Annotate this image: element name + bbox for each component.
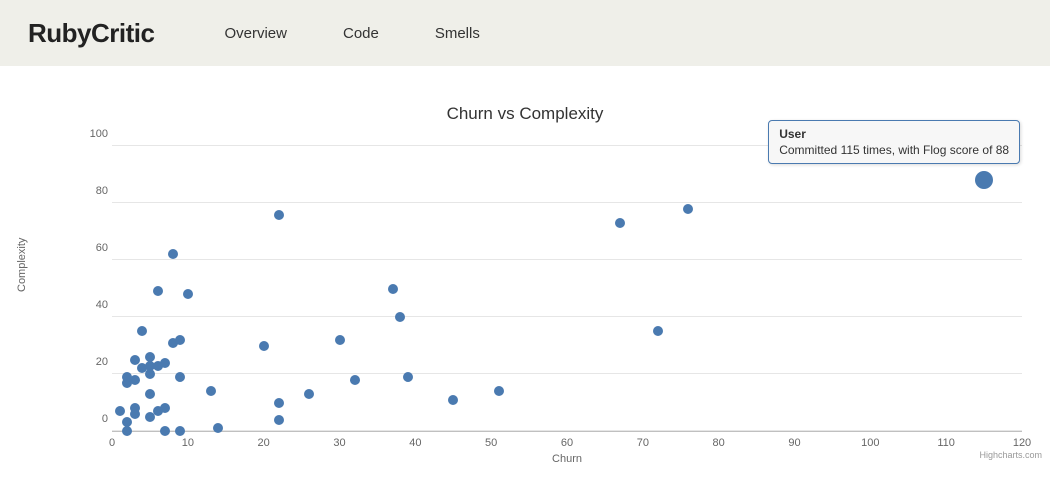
nav-overview[interactable]: Overview xyxy=(224,25,287,42)
data-point[interactable] xyxy=(350,375,360,385)
gridline xyxy=(112,316,1022,317)
data-point[interactable] xyxy=(160,426,170,436)
data-point[interactable] xyxy=(175,335,185,345)
data-point[interactable] xyxy=(213,423,223,433)
x-tick-label: 60 xyxy=(561,437,573,449)
plot-wrap: Complexity Churn 02040608010001020304050… xyxy=(78,132,1022,452)
x-tick-label: 90 xyxy=(788,437,800,449)
data-point[interactable] xyxy=(130,375,140,385)
data-point[interactable] xyxy=(448,395,458,405)
y-tick-label: 0 xyxy=(78,413,108,425)
data-point[interactable] xyxy=(160,403,170,413)
scatter-plot[interactable]: Churn 0204060801000102030405060708090100… xyxy=(112,132,1022,432)
data-point[interactable] xyxy=(137,326,147,336)
x-tick-label: 30 xyxy=(333,437,345,449)
data-point[interactable] xyxy=(183,289,193,299)
x-tick-label: 50 xyxy=(485,437,497,449)
data-point[interactable] xyxy=(403,372,413,382)
data-point[interactable] xyxy=(175,426,185,436)
data-point[interactable] xyxy=(274,398,284,408)
nav-menu: Overview Code Smells xyxy=(224,25,479,42)
data-point[interactable] xyxy=(388,284,398,294)
y-tick-label: 60 xyxy=(78,242,108,254)
y-tick-label: 20 xyxy=(78,356,108,368)
x-tick-label: 110 xyxy=(937,437,955,449)
data-point[interactable] xyxy=(304,389,314,399)
y-tick-label: 40 xyxy=(78,299,108,311)
data-point[interactable] xyxy=(145,389,155,399)
x-tick-label: 10 xyxy=(182,437,194,449)
data-point[interactable] xyxy=(259,341,269,351)
x-tick-label: 20 xyxy=(258,437,270,449)
data-point[interactable] xyxy=(683,204,693,214)
data-point[interactable] xyxy=(494,386,504,396)
y-axis-label: Complexity xyxy=(16,238,28,292)
data-point[interactable] xyxy=(145,352,155,362)
data-point[interactable] xyxy=(395,312,405,322)
data-point[interactable] xyxy=(335,335,345,345)
data-point[interactable] xyxy=(122,417,132,427)
data-point[interactable] xyxy=(160,358,170,368)
app-logo[interactable]: RubyCritic xyxy=(28,18,154,49)
x-tick-label: 100 xyxy=(861,437,879,449)
tooltip: User Committed 115 times, with Flog score… xyxy=(768,120,1020,164)
data-point[interactable] xyxy=(130,355,140,365)
x-tick-label: 40 xyxy=(409,437,421,449)
header-bar: RubyCritic Overview Code Smells xyxy=(0,0,1050,66)
nav-smells[interactable]: Smells xyxy=(435,25,480,42)
x-tick-label: 0 xyxy=(109,437,115,449)
data-point[interactable] xyxy=(274,210,284,220)
gridline xyxy=(112,430,1022,431)
data-point[interactable] xyxy=(206,386,216,396)
data-point[interactable] xyxy=(130,403,140,413)
data-point[interactable] xyxy=(122,426,132,436)
y-tick-label: 80 xyxy=(78,185,108,197)
tooltip-title: User xyxy=(779,127,1009,141)
nav-code[interactable]: Code xyxy=(343,25,379,42)
data-point[interactable] xyxy=(653,326,663,336)
data-point[interactable] xyxy=(615,218,625,228)
chart-container: Churn vs Complexity Complexity Churn 020… xyxy=(0,66,1050,462)
data-point[interactable] xyxy=(274,415,284,425)
data-point[interactable] xyxy=(975,171,993,189)
data-point[interactable] xyxy=(175,372,185,382)
chart-credit[interactable]: Highcharts.com xyxy=(979,450,1042,460)
x-axis-label: Churn xyxy=(552,453,582,465)
x-tick-label: 80 xyxy=(713,437,725,449)
tooltip-body: Committed 115 times, with Flog score of … xyxy=(779,143,1009,157)
data-point[interactable] xyxy=(115,406,125,416)
y-tick-label: 100 xyxy=(78,128,108,140)
x-tick-label: 70 xyxy=(637,437,649,449)
data-point[interactable] xyxy=(168,249,178,259)
x-tick-label: 120 xyxy=(1013,437,1031,449)
gridline xyxy=(112,202,1022,203)
gridline xyxy=(112,373,1022,374)
data-point[interactable] xyxy=(153,286,163,296)
data-point[interactable] xyxy=(145,369,155,379)
gridline xyxy=(112,259,1022,260)
